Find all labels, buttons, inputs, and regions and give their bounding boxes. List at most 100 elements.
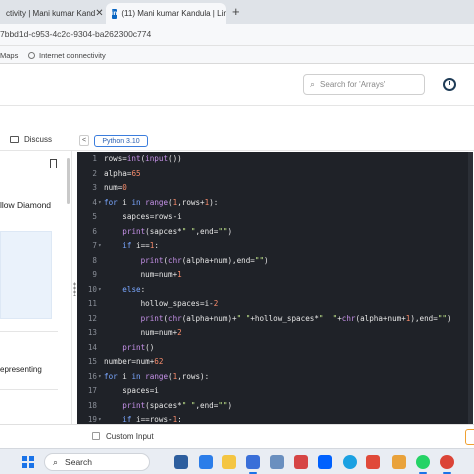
search-placeholder: Search for 'Arrays'	[320, 80, 386, 89]
line-number: 4	[92, 197, 97, 207]
new-tab-button[interactable]: +	[232, 4, 240, 19]
bookmark-icon[interactable]	[50, 159, 57, 168]
code-line[interactable]: 1 rows=int(input())	[77, 152, 470, 167]
code-line[interactable]: 19 ▾ if i==rows-1:	[77, 413, 470, 424]
code-line[interactable]: 14 print()	[77, 341, 470, 356]
custom-input-label: Custom Input	[106, 432, 154, 441]
app-red-icon[interactable]	[294, 455, 308, 469]
timer-icon[interactable]	[443, 78, 456, 91]
chrome-icon[interactable]	[440, 455, 454, 469]
code-text: spaces=i	[104, 386, 159, 395]
line-number: 1	[92, 154, 97, 163]
globe-icon	[28, 52, 35, 59]
bookmark-label: Internet connectivity	[39, 51, 106, 60]
editor-scrollbar[interactable]	[468, 152, 473, 424]
code-text: num=num+2	[104, 328, 182, 337]
tab-label: ctivity | Mani kumar Kand	[6, 9, 96, 18]
dropbox-icon[interactable]	[318, 455, 332, 469]
browser-tab-activity[interactable]: ctivity | Mani kumar Kand ✕	[0, 3, 106, 24]
windows-start-icon[interactable]	[22, 456, 34, 468]
problem-scrollbar[interactable]	[67, 158, 70, 204]
code-line[interactable]: 3 num=0	[77, 181, 470, 196]
line-number: 17	[87, 386, 97, 395]
code-line[interactable]: 5 sapces=rows-i	[77, 210, 470, 225]
divider	[0, 331, 58, 332]
url-text[interactable]: 7bbd1d-c953-4c2c-9304-ba262300c774	[0, 29, 151, 39]
line-number: 5	[92, 212, 97, 221]
line-number: 10	[87, 284, 97, 294]
code-line[interactable]: 16 ▾ for i in range(1,rows):	[77, 370, 470, 385]
code-line[interactable]: 17 spaces=i	[77, 384, 470, 399]
example-card	[0, 231, 52, 319]
chevron-left-icon[interactable]: <	[79, 135, 89, 146]
problem-text: epresenting	[0, 365, 42, 374]
custom-input-checkbox[interactable]	[92, 432, 100, 440]
fold-chevron-icon[interactable]: ▾	[98, 196, 102, 211]
problem-toolbar: Discuss < Python 3.10	[0, 131, 474, 151]
code-text: hollow_spaces=i-2	[104, 299, 219, 308]
browser-tab-strip: ctivity | Mani kumar Kand ✕ in (11) Mani…	[0, 0, 474, 24]
line-number: 11	[87, 299, 97, 308]
site-search-input[interactable]: ⌕ Search for 'Arrays'	[303, 74, 425, 95]
line-number: 19	[87, 415, 97, 424]
run-button[interactable]	[465, 429, 474, 445]
file-explorer-icon[interactable]	[222, 455, 236, 469]
code-line[interactable]: 8 print(chr(alpha+num),end="")	[77, 254, 470, 269]
code-line[interactable]: 9 num=num+1	[77, 268, 470, 283]
code-line[interactable]: 11 hollow_spaces=i-2	[77, 297, 470, 312]
resize-handle[interactable]	[73, 282, 76, 296]
fold-chevron-icon[interactable]: ▾	[98, 370, 102, 385]
code-text: if i==1:	[122, 241, 159, 250]
close-icon[interactable]: ✕	[95, 8, 103, 19]
code-line[interactable]: 4 ▾ for i in range(1,rows+1):	[77, 196, 470, 211]
fold-chevron-icon[interactable]: ▾	[98, 283, 102, 298]
code-text: number=num+62	[104, 357, 164, 366]
code-line[interactable]: 6 print(sapces*" ",end="")	[77, 225, 470, 240]
whatsapp-icon[interactable]	[416, 455, 430, 469]
code-line[interactable]: 10 ▾ else:	[77, 283, 470, 298]
bookmark-internet-connectivity[interactable]: Internet connectivity	[28, 51, 106, 60]
code-text: num=num+1	[104, 270, 182, 279]
code-line[interactable]: 13 num=num+2	[77, 326, 470, 341]
line-number: 16	[87, 371, 97, 381]
code-editor[interactable]: 1 rows=int(input()) 2 alpha=65 3 num=0 4 ▾ for i…	[77, 152, 470, 424]
code-line[interactable]: 2 alpha=65	[77, 167, 470, 182]
line-number: 9	[92, 270, 97, 279]
code-text: if i==rows-1:	[122, 415, 182, 424]
code-text: for i in range(1,rows):	[104, 371, 210, 381]
bookmarks-bar: Maps Internet connectivity	[0, 46, 474, 64]
fold-chevron-icon[interactable]: ▾	[98, 413, 102, 424]
line-number: 6	[92, 226, 97, 236]
search-icon: ⌕	[53, 456, 59, 467]
code-text: print()	[122, 342, 155, 352]
fold-chevron-icon[interactable]: ▾	[98, 239, 102, 254]
line-number: 15	[87, 357, 97, 366]
line-number: 7	[92, 241, 97, 250]
task-view-icon[interactable]	[174, 455, 188, 469]
app-shield-icon[interactable]	[366, 455, 380, 469]
language-selector[interactable]: Python 3.10	[94, 135, 148, 147]
code-text: print(chr(alpha+num),end="")	[140, 255, 269, 265]
photos-icon[interactable]	[270, 455, 284, 469]
code-line[interactable]: 15 number=num+62	[77, 355, 470, 370]
widgets-icon[interactable]	[199, 455, 213, 469]
editor-bottom-bar: Custom Input	[0, 424, 474, 448]
line-number: 8	[92, 255, 97, 265]
code-line[interactable]: 12 print(chr(alpha+num)+" "+hollow_space…	[77, 312, 470, 327]
ms-store-icon[interactable]	[246, 455, 260, 469]
line-number: 12	[87, 313, 97, 323]
search-icon: ⌕	[310, 79, 316, 89]
line-number: 14	[87, 342, 97, 352]
code-text: rows=int(input())	[104, 154, 182, 163]
edge-icon[interactable]	[343, 455, 357, 469]
address-bar[interactable]: 7bbd1d-c953-4c2c-9304-ba262300c774	[0, 24, 474, 46]
problem-panel: llow Diamond epresenting	[0, 151, 72, 425]
code-line[interactable]: 7 ▾ if i==1:	[77, 239, 470, 254]
code-line[interactable]: 18 print(spaces*" ",end="")	[77, 399, 470, 414]
discuss-tab[interactable]: Discuss	[10, 135, 52, 144]
bookmark-maps[interactable]: Maps	[0, 51, 18, 60]
taskbar-search[interactable]: ⌕ Search	[44, 453, 150, 471]
browser-tab-linkedin[interactable]: in (11) Mani kumar Kandula | Link ✕	[106, 3, 226, 24]
app-colorful-icon[interactable]	[392, 455, 406, 469]
divider	[0, 389, 58, 390]
